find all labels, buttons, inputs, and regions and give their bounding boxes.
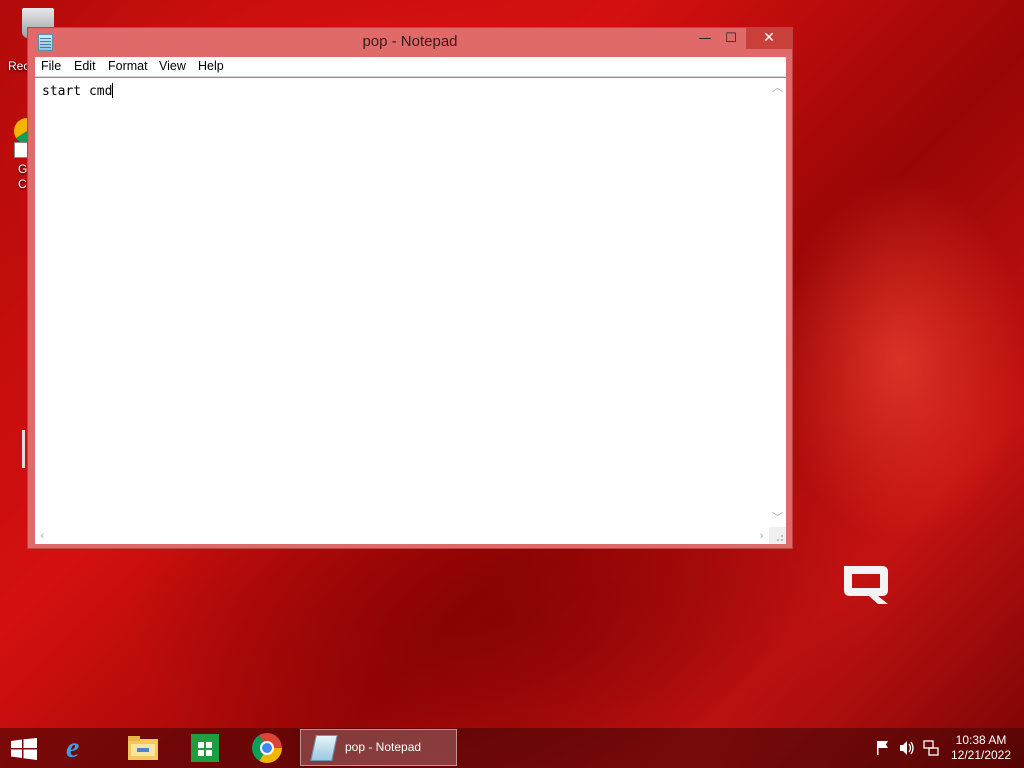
taskbar-file-explorer[interactable] bbox=[116, 728, 170, 768]
menu-edit[interactable]: Edit bbox=[74, 59, 96, 73]
volume-icon[interactable] bbox=[898, 728, 916, 768]
scroll-down-icon[interactable]: ﹀ bbox=[772, 512, 783, 523]
scroll-up-icon[interactable]: ︿ bbox=[772, 82, 783, 93]
editor-content: start cmd bbox=[42, 84, 113, 99]
recycle-bin-shortcut[interactable]: Rec bbox=[0, 6, 54, 76]
horizontal-scrollbar[interactable]: ‹ › bbox=[35, 527, 769, 544]
text-caret bbox=[112, 83, 114, 98]
maximize-button[interactable]: ☐ bbox=[718, 28, 744, 49]
text-editor[interactable]: start cmd ︿ ﹀ ‹ › bbox=[35, 78, 786, 544]
internet-explorer-icon: e bbox=[66, 731, 80, 764]
window-title: pop - Notepad bbox=[362, 33, 458, 50]
system-clock[interactable]: 10:38 AM 12/21/2022 bbox=[944, 733, 1018, 763]
clock-time: 10:38 AM bbox=[955, 733, 1007, 747]
start-button[interactable] bbox=[0, 728, 48, 768]
scroll-right-icon[interactable]: › bbox=[760, 530, 764, 541]
action-center-flag-icon[interactable] bbox=[874, 728, 892, 768]
network-icon[interactable] bbox=[922, 728, 940, 768]
windows-logo-icon bbox=[11, 738, 37, 760]
taskbar-notepad[interactable]: pop - Notepad bbox=[300, 729, 457, 766]
vertical-scrollbar[interactable]: ︿ ﹀ bbox=[769, 78, 786, 527]
taskbar-ie[interactable]: e bbox=[54, 728, 108, 768]
title-bar[interactable]: pop - Notepad — ☐ ✕ bbox=[28, 28, 792, 57]
store-icon bbox=[191, 734, 219, 762]
desktop-edge-handle bbox=[22, 430, 25, 468]
resize-grip-icon bbox=[777, 535, 783, 541]
menu-bar: File Edit Format View Help bbox=[35, 57, 786, 77]
editor-text: start cmd bbox=[42, 83, 114, 99]
clock-date: 12/21/2022 bbox=[950, 748, 1012, 762]
taskbar-chrome[interactable] bbox=[240, 728, 294, 768]
taskbar-notepad-label: pop - Notepad bbox=[345, 740, 422, 754]
chrome-icon bbox=[252, 733, 282, 763]
resize-grip[interactable] bbox=[769, 527, 786, 544]
compaq-logo bbox=[844, 566, 888, 604]
chrome-desktop-shortcut[interactable]: G C bbox=[0, 112, 40, 192]
minimize-button[interactable]: — bbox=[692, 28, 718, 49]
chrome-shortcut-label-line2: C bbox=[18, 177, 27, 191]
notepad-icon bbox=[310, 735, 338, 761]
menu-help[interactable]: Help bbox=[198, 59, 224, 73]
menu-view[interactable]: View bbox=[159, 59, 186, 73]
menu-format[interactable]: Format bbox=[108, 59, 148, 73]
chrome-shortcut-label: G C bbox=[18, 162, 27, 192]
chrome-shortcut-label-line1: G bbox=[18, 162, 28, 176]
taskbar-store[interactable] bbox=[178, 728, 232, 768]
close-button[interactable]: ✕ bbox=[746, 28, 792, 49]
scroll-left-icon[interactable]: ‹ bbox=[40, 530, 44, 541]
notepad-window: pop - Notepad — ☐ ✕ File Edit Format Vie… bbox=[27, 27, 793, 549]
menu-file[interactable]: File bbox=[41, 59, 61, 73]
taskbar: e pop - Notepad 10:38 AM 12/21/2022 bbox=[0, 728, 1024, 768]
folder-icon bbox=[128, 736, 158, 760]
